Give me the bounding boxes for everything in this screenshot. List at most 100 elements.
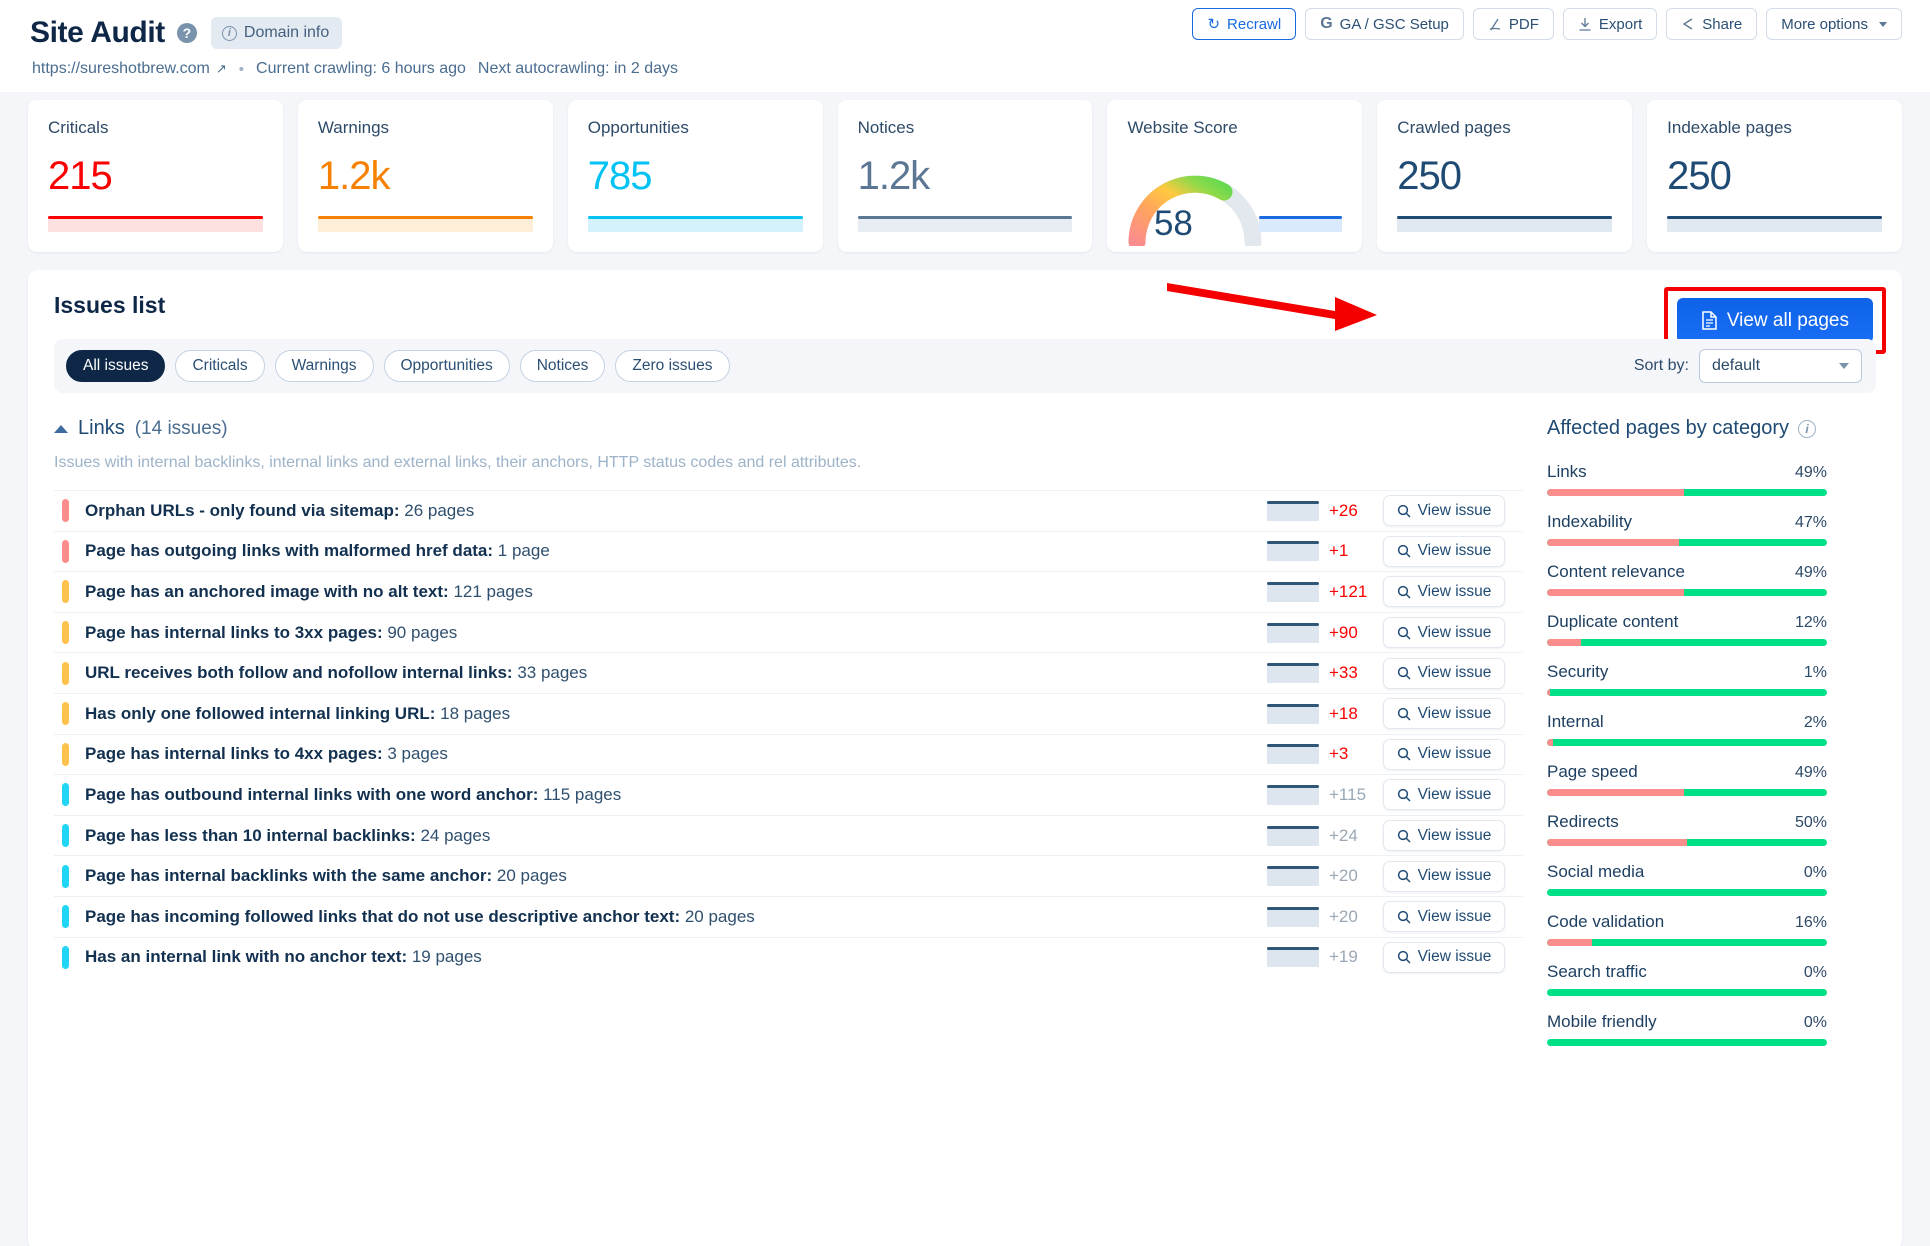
- filter-chip-criticals[interactable]: Criticals: [175, 350, 265, 382]
- category-bar: [1547, 789, 1827, 796]
- view-all-pages-button[interactable]: View all pages: [1676, 298, 1873, 343]
- info-icon[interactable]: i: [1798, 419, 1817, 438]
- pdf-icon: [1488, 17, 1502, 32]
- card-value: 785: [587, 154, 653, 198]
- pdf-button[interactable]: PDF: [1472, 8, 1554, 40]
- issue-row[interactable]: Has only one followed internal linking U…: [54, 692, 1523, 734]
- view-issue-button[interactable]: View issue: [1383, 820, 1505, 852]
- google-icon: G: [1320, 15, 1333, 32]
- site-audit-page: Site Audit ? i Domain info ↻ Recrawl G G…: [0, 0, 1930, 1246]
- card-value: 250: [1667, 154, 1732, 198]
- severity-indicator: [62, 783, 69, 807]
- filter-chip-notices[interactable]: Notices: [519, 350, 606, 382]
- view-issue-button[interactable]: View issue: [1383, 576, 1505, 608]
- issue-delta: +115: [1329, 784, 1367, 804]
- view-issue-button[interactable]: View issue: [1383, 617, 1505, 649]
- recrawl-button[interactable]: ↻ Recrawl: [1192, 8, 1297, 40]
- view-issue-button[interactable]: View issue: [1383, 657, 1505, 689]
- issue-row[interactable]: Page has internal links to 3xx pages: 90…: [54, 611, 1523, 653]
- issue-row[interactable]: URL receives both follow and nofollow in…: [54, 652, 1523, 693]
- view-issue-label: View issue: [1417, 704, 1492, 722]
- view-issue-button[interactable]: View issue: [1383, 860, 1505, 892]
- issues-section-links-header[interactable]: Links (14 issues): [54, 417, 1523, 440]
- card-label: Indexable pages: [1667, 118, 1792, 137]
- category-percent: 2%: [1803, 714, 1827, 731]
- view-issue-button[interactable]: View issue: [1383, 698, 1505, 730]
- issue-title: Has only one followed internal linking U…: [85, 703, 436, 723]
- stat-card-crawled-pages[interactable]: Crawled pages 250: [1377, 100, 1633, 252]
- issue-row[interactable]: Page has internal backlinks with the sam…: [54, 855, 1523, 896]
- issue-row[interactable]: Page has less than 10 internal backlinks…: [54, 814, 1523, 856]
- category-percent: 49%: [1794, 564, 1827, 581]
- filter-chip-opportunities[interactable]: Opportunities: [383, 350, 510, 382]
- issue-title: Page has internal backlinks with the sam…: [85, 866, 493, 886]
- category-name: Search traffic: [1547, 962, 1647, 981]
- site-url-link[interactable]: https://sureshotbrew.com ↗: [32, 60, 227, 78]
- magnifier-icon: [1397, 829, 1411, 843]
- issue-row[interactable]: Page has outgoing links with malformed h…: [54, 530, 1523, 572]
- view-issue-button[interactable]: View issue: [1383, 535, 1505, 567]
- issue-title: Page has outgoing links with malformed h…: [85, 541, 494, 561]
- issue-row[interactable]: Page has an anchored image with no alt t…: [54, 571, 1523, 612]
- category-bar: [1547, 1039, 1827, 1046]
- affected-pages-item: Links 49%: [1547, 462, 1827, 496]
- export-button[interactable]: Export: [1562, 8, 1658, 40]
- issue-name: Page has outgoing links with malformed h…: [85, 541, 550, 561]
- domain-info-button[interactable]: i Domain info: [210, 17, 343, 49]
- current-crawling-status: Current crawling: 6 hours ago: [256, 60, 466, 77]
- issue-delta: +20: [1329, 906, 1358, 926]
- sort-by-select[interactable]: default: [1699, 349, 1862, 383]
- category-bar: [1547, 839, 1827, 846]
- category-percent: 49%: [1794, 464, 1827, 481]
- view-issue-button[interactable]: View issue: [1383, 495, 1505, 527]
- issue-row[interactable]: Orphan URLs - only found via sitemap: 26…: [54, 490, 1523, 531]
- view-issue-button[interactable]: View issue: [1383, 901, 1505, 933]
- view-issue-button[interactable]: View issue: [1383, 779, 1505, 811]
- stat-card-notices[interactable]: Notices 1.2k: [837, 100, 1093, 252]
- card-label: Notices: [857, 118, 915, 137]
- stat-card-warnings[interactable]: Warnings 1.2k: [297, 100, 553, 252]
- more-options-button[interactable]: More options: [1766, 8, 1902, 40]
- share-button[interactable]: Share: [1666, 8, 1758, 40]
- category-name: Indexability: [1547, 512, 1633, 531]
- severity-indicator: [62, 539, 69, 563]
- chevron-up-icon: [54, 424, 68, 433]
- filter-chip-warnings[interactable]: Warnings: [274, 350, 374, 382]
- category-percent: 16%: [1794, 914, 1827, 931]
- affected-pages-item: Internal 2%: [1547, 712, 1827, 746]
- category-name: Mobile friendly: [1547, 1012, 1657, 1031]
- issue-sparkline: [1267, 622, 1319, 643]
- issue-row[interactable]: Page has incoming followed links that do…: [54, 895, 1523, 937]
- issue-row[interactable]: Page has internal links to 4xx pages: 3 …: [54, 733, 1523, 775]
- category-name: Page speed: [1547, 762, 1638, 781]
- chevron-down-icon: [1839, 363, 1849, 369]
- ga-gsc-setup-button[interactable]: G GA / GSC Setup: [1305, 8, 1464, 40]
- stat-card-website-score[interactable]: Website Score 58: [1107, 100, 1363, 252]
- view-issue-label: View issue: [1417, 582, 1492, 600]
- view-issue-button[interactable]: View issue: [1383, 941, 1505, 973]
- view-issue-label: View issue: [1417, 826, 1492, 844]
- magnifier-icon: [1397, 910, 1411, 924]
- issue-sparkline: [1267, 784, 1319, 805]
- issue-name: Orphan URLs - only found via sitemap: 26…: [85, 501, 474, 521]
- issue-row[interactable]: Page has outbound internal links with on…: [54, 774, 1523, 815]
- filter-chip-zero-issues[interactable]: Zero issues: [615, 350, 730, 382]
- issue-name: Page has an anchored image with no alt t…: [85, 582, 533, 602]
- question-mark-icon[interactable]: ?: [176, 23, 197, 43]
- issue-row[interactable]: Has an internal link with no anchor text…: [54, 936, 1523, 978]
- issue-title: Page has incoming followed links that do…: [85, 906, 681, 926]
- issue-sparkline: [1267, 663, 1319, 684]
- issue-delta: +20: [1329, 866, 1358, 886]
- issue-row-actions: +20 View issue: [1267, 860, 1505, 892]
- stat-card-opportunities[interactable]: Opportunities 785: [567, 100, 823, 252]
- affected-pages-item: Content relevance 49%: [1547, 562, 1827, 596]
- site-url-text: https://sureshotbrew.com: [32, 60, 210, 77]
- stat-card-indexable-pages[interactable]: Indexable pages 250: [1647, 100, 1903, 252]
- issue-title: Has an internal link with no anchor text…: [85, 947, 408, 967]
- view-issue-button[interactable]: View issue: [1383, 738, 1505, 770]
- stat-card-criticals[interactable]: Criticals 215: [28, 100, 283, 252]
- filter-chip-all-issues[interactable]: All issues: [66, 350, 166, 382]
- issue-row-actions: +19 View issue: [1267, 941, 1505, 973]
- sparkline-crawled-pages: [1397, 216, 1613, 232]
- affected-pages-title: Affected pages by category: [1547, 417, 1790, 439]
